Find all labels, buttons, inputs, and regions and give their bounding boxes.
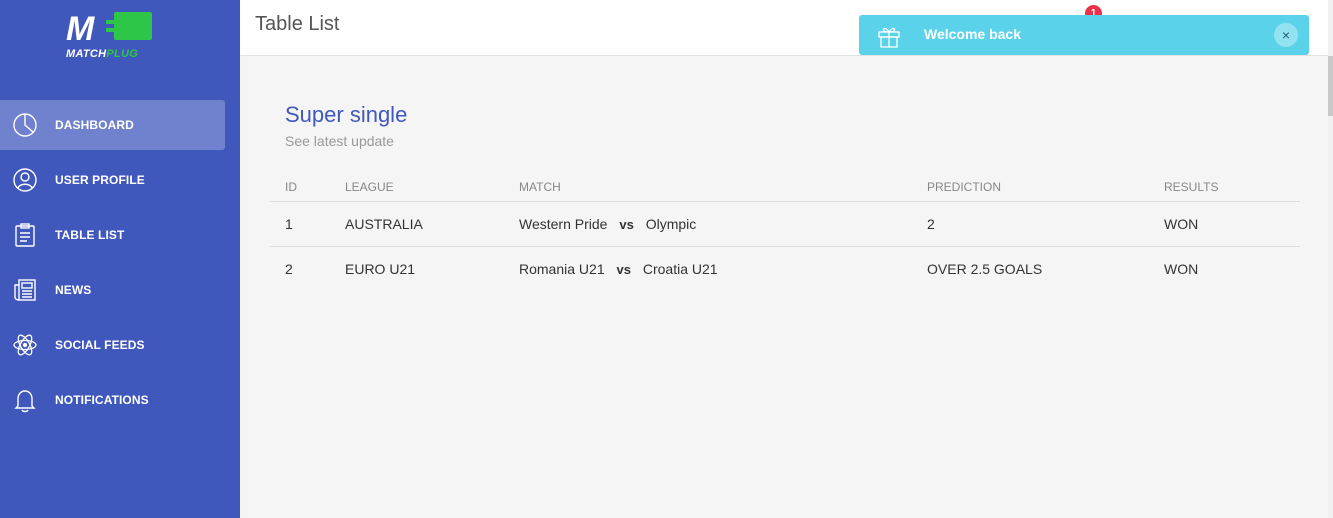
page-title: Table List [255,13,340,35]
column-header-league: LEAGUE [345,180,394,194]
sidebar-item-social-feeds[interactable]: SOCIAL FEEDS [0,320,225,370]
atom-icon [12,332,38,358]
sidebar-item-user-profile[interactable]: USER PROFILE [0,155,225,205]
sidebar-item-dashboard[interactable]: DASHBOARD [0,100,225,150]
sidebar-nav: DASHBOARD USER PROFILE TABLE LIST NEWS S… [0,100,240,430]
close-icon[interactable]: × [1274,23,1298,47]
cell-result: WON [1164,216,1199,232]
clipboard-icon [12,222,38,248]
welcome-toast: Welcome back × [859,15,1309,55]
logo-wordmark: MATCHPLUG [66,48,139,60]
sidebar-item-table-list[interactable]: TABLE LIST [0,210,225,260]
toast-message: Welcome back [924,26,1022,42]
cell-prediction: 2 [927,216,935,232]
logo-letter: M [66,10,94,48]
sidebar-item-notifications[interactable]: NOTIFICATIONS [0,375,225,425]
cell-prediction: OVER 2.5 GOALS [927,261,1043,277]
card-title: Super single [285,102,408,127]
table-row: 2 EURO U21 Romania U21 vs Croatia U21 OV… [270,247,1300,292]
sidebar-item-label: NOTIFICATIONS [55,393,149,407]
table-row: 1 AUSTRALIA Western Pride vs Olympic 2 W… [270,202,1300,247]
gift-icon [876,23,902,49]
sidebar: M MATCHPLUG DASHBOARD USER PROFILE TABLE… [0,0,240,518]
newspaper-icon [12,277,38,303]
table-header: ID LEAGUE MATCH PREDICTION RESULTS [270,174,1300,202]
vs-label: vs [616,262,631,277]
cell-league: AUSTRALIA [345,216,423,232]
plug-icon [106,12,152,40]
column-header-results: RESULTS [1164,180,1219,194]
home-team: Western Pride [519,216,608,232]
sidebar-item-label: SOCIAL FEEDS [55,338,145,352]
scrollbar-thumb[interactable] [1328,56,1333,116]
cell-id: 1 [285,216,293,232]
sidebar-item-label: DASHBOARD [55,118,134,132]
predictions-table: ID LEAGUE MATCH PREDICTION RESULTS 1 AUS… [270,174,1300,292]
vs-label: vs [619,217,634,232]
column-header-id: ID [285,180,297,194]
user-icon [12,167,38,193]
cell-league: EURO U21 [345,261,416,277]
main-content: Super single See latest update ID LEAGUE… [240,56,1328,518]
sidebar-item-label: TABLE LIST [55,228,125,242]
bell-icon [12,387,38,413]
cell-result: WON [1164,261,1199,277]
pie-chart-icon [12,112,38,138]
away-team: Olympic [645,216,697,232]
cell-match: Romania U21 vs Croatia U21 [519,261,718,277]
card-subtitle: See latest update [285,133,394,149]
away-team: Croatia U21 [642,261,718,277]
sidebar-item-news[interactable]: NEWS [0,265,225,315]
home-team: Romania U21 [519,261,605,277]
cell-match: Western Pride vs Olympic [519,216,696,232]
scrollbar[interactable] [1328,0,1333,518]
matchplug-logo[interactable]: M MATCHPLUG [66,10,156,62]
column-header-match: MATCH [519,180,561,194]
sidebar-item-label: NEWS [55,283,92,297]
sidebar-item-label: USER PROFILE [55,173,145,187]
column-header-prediction: PREDICTION [927,180,1002,194]
cell-id: 2 [285,261,293,277]
